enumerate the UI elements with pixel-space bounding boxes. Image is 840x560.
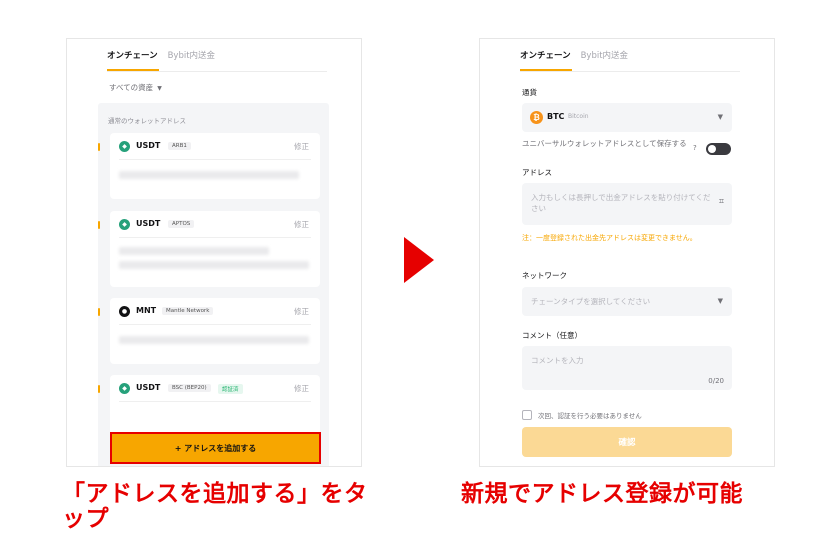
add-address-button[interactable]: + アドレスを追加する (110, 432, 321, 464)
confirm-button[interactable]: 確認 (522, 427, 732, 457)
tab-bybit-internal[interactable]: Bybit内送金 (168, 49, 215, 69)
blurred-address (119, 336, 309, 344)
right-screenshot: オンチェーン Bybit内送金 通貨 ₿ BTC Bitcoin ▼ ユニバーサ… (479, 38, 775, 467)
caret-down-icon: ▼ (717, 113, 723, 121)
comment-input[interactable]: コメントを入力 0/20 (522, 346, 732, 390)
card-accent-bar (98, 385, 100, 393)
help-icon[interactable]: ? (693, 144, 697, 152)
tab-onchain[interactable]: オンチェーン (107, 49, 158, 69)
tab-divider (520, 71, 740, 72)
address-card[interactable]: ◆ USDT ARB1 修正 (98, 133, 320, 199)
card-divider (119, 324, 311, 325)
coin-name: MNT (136, 306, 157, 315)
address-card[interactable]: ◆ USDT APTOS 修正 (98, 211, 320, 287)
blurred-address (119, 247, 269, 255)
currency-select[interactable]: ₿ BTC Bitcoin ▼ (522, 103, 732, 132)
chain-tag: Mantle Network (162, 307, 214, 315)
caret-down-icon: ▼ (157, 85, 162, 92)
address-warning: 注：一度登録された出金先アドレスは変更できません。 (522, 234, 697, 242)
skip-verification-label: 次回、認証を行う必要はありません (538, 412, 642, 420)
skip-verification-checkbox[interactable] (522, 410, 532, 420)
coin-name: USDT (136, 219, 161, 228)
skip-verification-row[interactable]: 次回、認証を行う必要はありません (522, 410, 642, 420)
asset-filter-dropdown[interactable]: すべての資産 ▼ (109, 82, 162, 93)
card-divider (119, 237, 311, 238)
usdt-coin-icon: ◆ (119, 219, 130, 230)
add-address-label: + アドレスを追加する (174, 443, 257, 453)
toggle-knob (708, 145, 716, 153)
address-input[interactable]: 入力もしくは長押しで出金アドレスを貼り付けてください ⌗ (522, 183, 732, 225)
universal-address-toggle[interactable] (706, 143, 731, 155)
network-select[interactable]: チェーンタイプを選択してください ▼ (522, 287, 732, 316)
caption-new-registration: 新規でアドレス登録が可能 (461, 481, 743, 507)
card-accent-bar (98, 143, 100, 151)
address-placeholder: 入力もしくは長押しで出金アドレスを貼り付けてください (531, 193, 711, 213)
asset-filter-label: すべての資産 (109, 83, 154, 92)
wallet-section-title: 通常のウォレットアドレス (108, 117, 186, 125)
tab-divider (107, 71, 327, 72)
address-label: アドレス (522, 168, 552, 177)
tab-bybit-internal[interactable]: Bybit内送金 (581, 49, 628, 69)
address-card[interactable]: ◆ USDT BSC (BEP20) 認証済 修正 (98, 375, 320, 435)
edit-link[interactable]: 修正 (294, 383, 309, 394)
chain-tag: ARB1 (168, 142, 191, 150)
mnt-coin-icon: ● (119, 306, 130, 317)
network-label: ネットワーク (522, 271, 567, 280)
comment-placeholder: コメントを入力 (531, 356, 584, 365)
scan-icon[interactable]: ⌗ (719, 197, 724, 207)
network-placeholder: チェーンタイプを選択してください (531, 297, 651, 306)
address-card[interactable]: ● MNT Mantle Network 修正 (98, 298, 320, 364)
btc-coin-icon: ₿ (530, 111, 543, 124)
usdt-coin-icon: ◆ (119, 141, 130, 152)
edit-link[interactable]: 修正 (294, 141, 309, 152)
chain-tag: BSC (BEP20) (168, 384, 211, 392)
edit-link[interactable]: 修正 (294, 306, 309, 317)
comment-counter: 0/20 (708, 377, 724, 385)
universal-address-label: ユニバーサルウォレットアドレスとして保存する (522, 139, 687, 148)
currency-code: BTC (547, 112, 565, 121)
chain-tag: APTOS (168, 220, 195, 228)
usdt-coin-icon: ◆ (119, 383, 130, 394)
caption-tap-add-address: 「アドレスを追加する」をタップ (62, 481, 368, 532)
caret-down-icon: ▼ (717, 297, 723, 305)
coin-name: USDT (136, 383, 161, 392)
transfer-tabs: オンチェーン Bybit内送金 (520, 49, 628, 69)
blurred-address (119, 171, 299, 179)
verified-badge: 認証済 (218, 384, 243, 394)
blurred-address (119, 261, 309, 269)
comment-label: コメント（任意） (522, 331, 582, 340)
card-accent-bar (98, 308, 100, 316)
edit-link[interactable]: 修正 (294, 219, 309, 230)
arrow-right-icon (404, 237, 434, 283)
tab-onchain[interactable]: オンチェーン (520, 49, 571, 69)
transfer-tabs: オンチェーン Bybit内送金 (107, 49, 215, 69)
currency-name: Bitcoin (568, 113, 589, 120)
card-accent-bar (98, 221, 100, 229)
left-screenshot: オンチェーン Bybit内送金 すべての資産 ▼ 通常のウォレットアドレス ◆ U… (66, 38, 362, 467)
card-divider (119, 159, 311, 160)
coin-name: USDT (136, 141, 161, 150)
card-divider (119, 401, 311, 402)
currency-label: 通貨 (522, 88, 537, 97)
